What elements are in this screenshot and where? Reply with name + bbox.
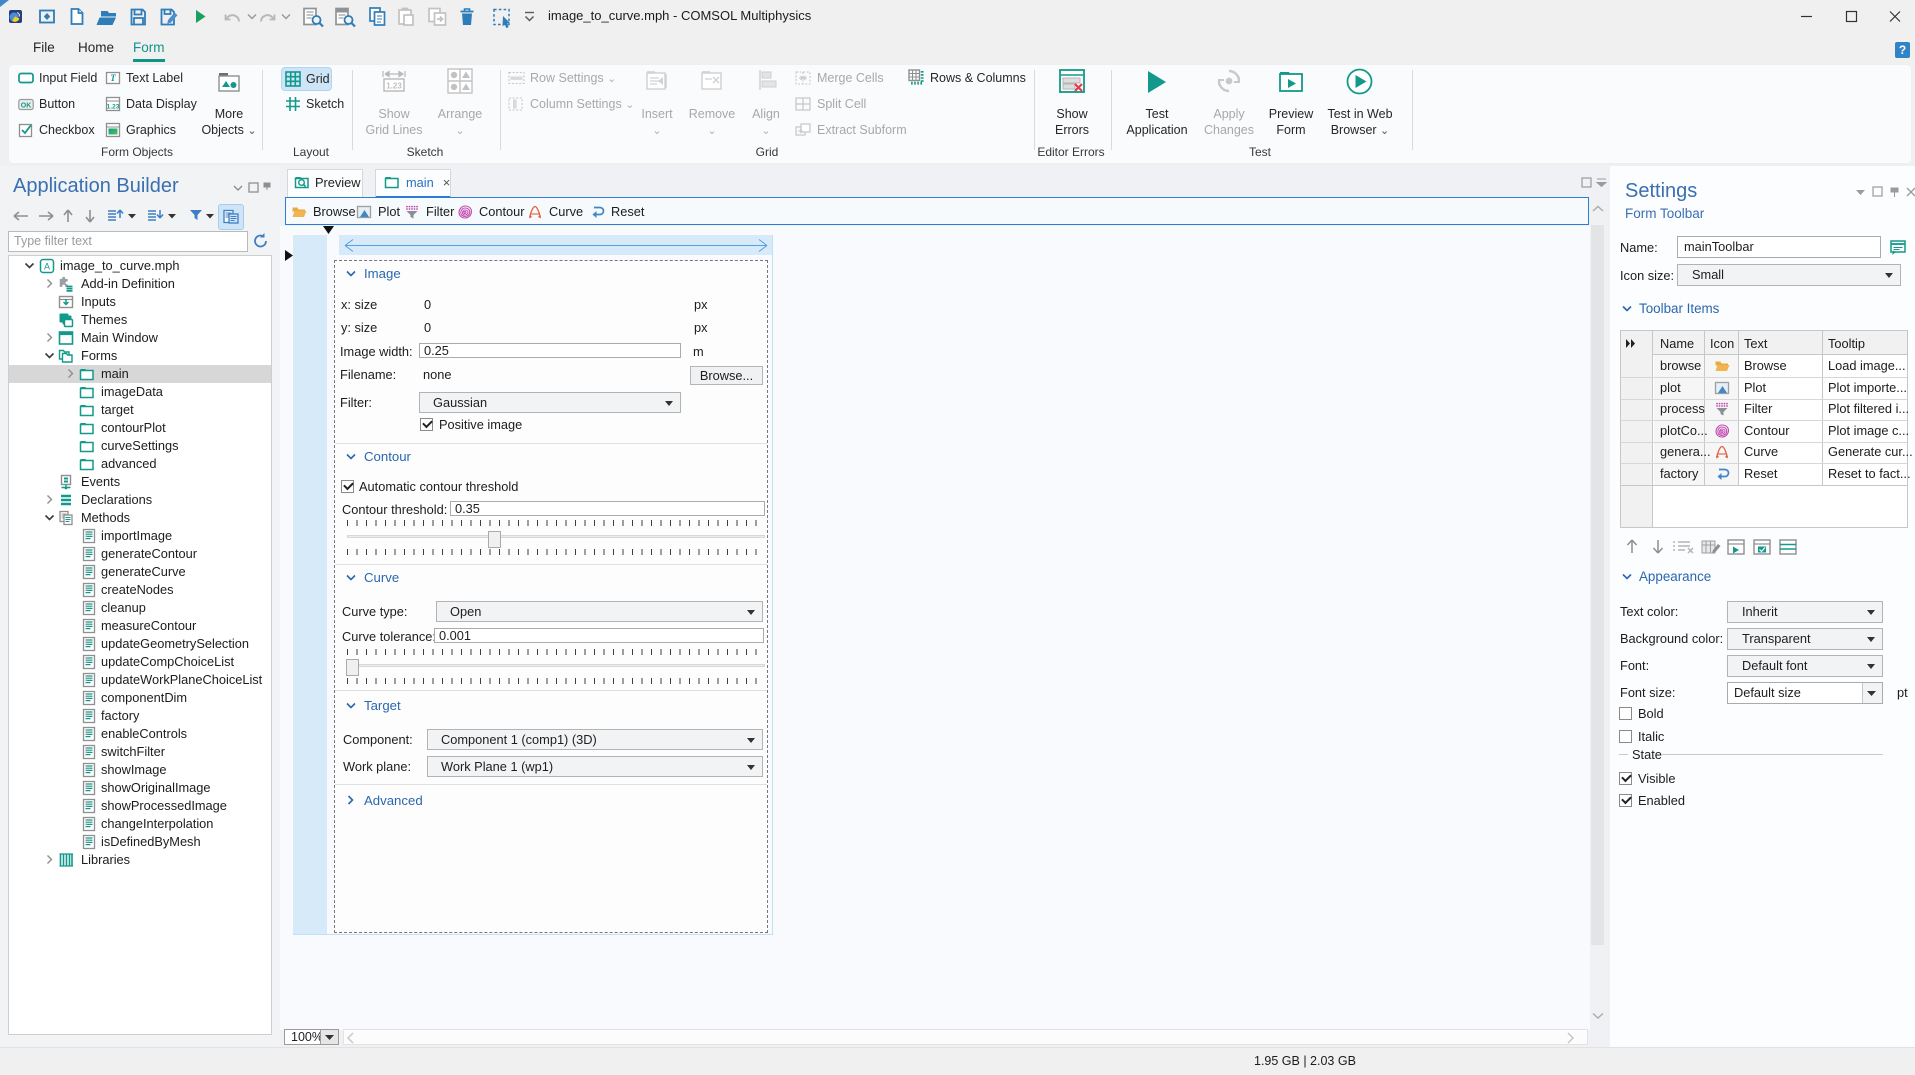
svg-text:1.23: 1.23 [386, 82, 402, 91]
svg-text:OK: OK [21, 103, 32, 110]
svg-text:1.23: 1.23 [107, 104, 120, 111]
svg-text:T: T [110, 73, 116, 83]
